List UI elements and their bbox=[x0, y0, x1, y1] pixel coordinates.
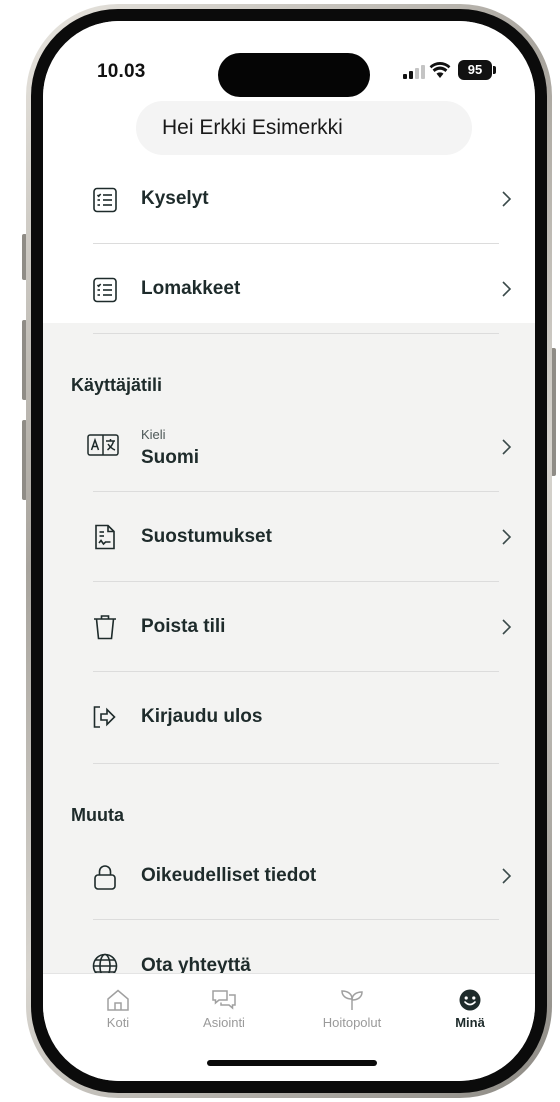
battery-tip bbox=[493, 66, 496, 74]
sprout-icon bbox=[339, 988, 365, 1012]
menu-item-label: Kyselyt bbox=[141, 188, 209, 209]
phone-frame: 10.03 95 Hei Erkki Esimerkki Kyselyt Lom… bbox=[26, 4, 552, 1098]
phone-screen: 10.03 95 Hei Erkki Esimerkki Kyselyt Lom… bbox=[43, 21, 535, 1081]
menu-item-legal[interactable]: Oikeudelliset tiedot bbox=[43, 829, 535, 919]
chevron-right-icon bbox=[499, 190, 513, 208]
menu-item-lomakkeet[interactable]: Lomakkeet bbox=[43, 243, 535, 333]
phone-bezel: 10.03 95 Hei Erkki Esimerkki Kyselyt Lom… bbox=[31, 9, 547, 1093]
section-title-other: Muuta bbox=[71, 805, 124, 825]
menu-item-language[interactable]: Kieli Suomi bbox=[43, 403, 535, 493]
nav-tab-care-paths[interactable]: Hoitopolut bbox=[307, 988, 397, 1038]
menu-item-label: Oikeudelliset tiedot bbox=[141, 865, 317, 886]
divider bbox=[93, 763, 499, 764]
nav-tab-home[interactable]: Koti bbox=[73, 988, 163, 1038]
list-icon bbox=[91, 276, 119, 304]
section-title-account: Käyttäjätili bbox=[71, 375, 163, 395]
smiley-icon bbox=[457, 988, 483, 1012]
menu-item-label: Poista tili bbox=[141, 616, 226, 637]
signal-icon bbox=[403, 65, 425, 79]
list-icon bbox=[91, 186, 119, 214]
language-sub-label: Kieli bbox=[141, 427, 166, 442]
menu-item-label: Suostumukset bbox=[141, 526, 272, 547]
menu-item-label: Lomakkeet bbox=[141, 278, 241, 299]
chevron-right-icon bbox=[499, 438, 513, 456]
menu-item-delete-account[interactable]: Poista tili bbox=[43, 581, 535, 671]
menu-item-logout[interactable]: Kirjaudu ulos bbox=[43, 671, 535, 761]
language-value: Suomi bbox=[141, 447, 200, 468]
nav-label: Minä bbox=[455, 1015, 485, 1030]
dynamic-island bbox=[218, 53, 370, 97]
menu-item-kyselyt[interactable]: Kyselyt bbox=[43, 153, 535, 243]
translate-icon bbox=[87, 433, 119, 457]
nav-label: Asiointi bbox=[203, 1015, 245, 1030]
nav-label: Hoitopolut bbox=[322, 1015, 382, 1030]
nav-tab-me[interactable]: Minä bbox=[425, 988, 515, 1038]
chevron-right-icon bbox=[499, 528, 513, 546]
home-indicator bbox=[207, 1060, 377, 1066]
bottom-navigation: Koti Asiointi Hoitopolut Minä bbox=[43, 973, 535, 1081]
menu-item-label: Kirjaudu ulos bbox=[141, 706, 263, 727]
greeting-banner: Hei Erkki Esimerkki bbox=[136, 101, 472, 155]
menu-item-consents[interactable]: Suostumukset bbox=[43, 491, 535, 581]
document-icon bbox=[91, 523, 119, 551]
chevron-right-icon bbox=[499, 280, 513, 298]
trash-icon bbox=[91, 613, 119, 641]
home-icon bbox=[105, 988, 131, 1012]
chevron-right-icon bbox=[499, 618, 513, 636]
status-time: 10.03 bbox=[97, 61, 146, 82]
logout-icon bbox=[91, 703, 119, 731]
lock-icon bbox=[91, 863, 119, 891]
wifi-icon bbox=[429, 61, 451, 79]
divider bbox=[93, 333, 499, 334]
nav-label: Koti bbox=[106, 1015, 130, 1030]
chat-icon bbox=[211, 988, 237, 1012]
nav-tab-services[interactable]: Asiointi bbox=[179, 988, 269, 1038]
chevron-right-icon bbox=[499, 867, 513, 885]
battery-icon: 95 bbox=[458, 60, 492, 80]
status-bar: 10.03 95 bbox=[43, 21, 535, 97]
